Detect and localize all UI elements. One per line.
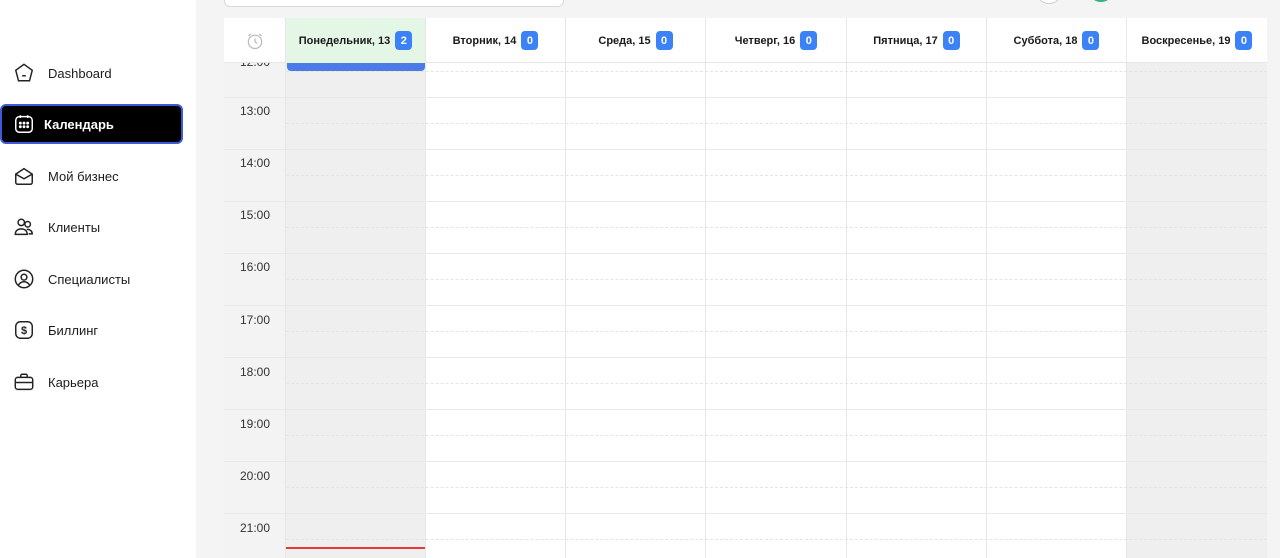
clock-icon xyxy=(224,18,286,63)
notification-button[interactable] xyxy=(1036,0,1062,4)
day-label: Пятница, 17 xyxy=(873,34,938,47)
time-label: 14:00 xyxy=(239,156,271,170)
time-label: 21:00 xyxy=(239,521,271,535)
current-time-line xyxy=(286,547,425,549)
career-icon xyxy=(12,370,36,394)
sidebar-item-clients[interactable]: Клиенты xyxy=(0,207,183,247)
time-label: 15:00 xyxy=(239,208,271,222)
event-count-badge: 0 xyxy=(1082,31,1100,50)
day-header-saturday[interactable]: Суббота, 18 0 xyxy=(987,18,1127,63)
event-block[interactable] xyxy=(287,63,425,71)
day-header-wednesday[interactable]: Среда, 15 0 xyxy=(566,18,706,63)
grid-line xyxy=(224,461,1267,462)
day-column-thursday[interactable] xyxy=(706,63,847,558)
event-count-badge: 0 xyxy=(655,31,673,50)
event-count-badge: 2 xyxy=(395,31,413,50)
sidebar-item-label: Биллинг xyxy=(48,322,99,338)
time-label: 18:00 xyxy=(239,365,271,379)
day-label: Понедельник, 13 xyxy=(298,34,391,47)
grid-line xyxy=(286,487,1267,488)
sidebar-item-billing[interactable]: $ Биллинг xyxy=(0,310,183,350)
time-label: 16:00 xyxy=(239,260,271,274)
grid-line xyxy=(224,513,1267,514)
time-column xyxy=(224,63,286,558)
grid-line xyxy=(286,279,1267,280)
grid-line xyxy=(286,227,1267,228)
calendar-icon xyxy=(12,112,36,136)
grid-line xyxy=(224,409,1267,410)
time-label: 13:00 xyxy=(239,104,271,118)
day-column-sunday[interactable] xyxy=(1127,63,1267,558)
event-count-badge: 0 xyxy=(942,31,960,50)
grid-line xyxy=(224,305,1267,306)
day-header-monday[interactable]: Понедельник, 13 2 xyxy=(286,18,426,63)
grid-line xyxy=(286,539,1267,540)
grid-line xyxy=(286,435,1267,436)
svg-text:$: $ xyxy=(21,325,27,337)
sidebar-item-label: Dashboard xyxy=(48,65,112,81)
billing-icon: $ xyxy=(12,318,36,342)
day-label: Четверг, 16 xyxy=(734,34,796,47)
time-label: 20:00 xyxy=(239,469,271,483)
grid-line xyxy=(286,71,1267,72)
search-input[interactable] xyxy=(224,0,564,7)
grid-line xyxy=(224,253,1267,254)
day-header-sunday[interactable]: Воскресенье, 19 0 xyxy=(1127,18,1267,63)
grid-line xyxy=(224,357,1267,358)
sidebar-item-label: Мой бизнес xyxy=(48,168,119,184)
sidebar-item-specialists[interactable]: Специалисты xyxy=(0,259,183,299)
clients-icon xyxy=(12,215,36,239)
day-column-saturday[interactable] xyxy=(987,63,1127,558)
day-label: Вторник, 14 xyxy=(452,34,517,47)
day-column-tuesday[interactable] xyxy=(426,63,566,558)
grid-line xyxy=(286,123,1267,124)
day-header-friday[interactable]: Пятница, 17 0 xyxy=(847,18,987,63)
dashboard-icon xyxy=(12,61,36,85)
grid-line xyxy=(224,201,1267,202)
grid-line xyxy=(286,331,1267,332)
specialists-icon xyxy=(12,267,36,291)
sidebar-item-calendar[interactable]: Календарь xyxy=(0,104,183,144)
sidebar-item-label: Карьера xyxy=(48,374,99,390)
time-label: 19:00 xyxy=(239,417,271,431)
grid-line xyxy=(286,175,1267,176)
sidebar-item-label: Специалисты xyxy=(48,271,131,287)
grid-line xyxy=(286,383,1267,384)
event-count-badge: 0 xyxy=(521,31,539,50)
time-label: 17:00 xyxy=(239,313,271,327)
calendar-grid: 12:00 13:00 14:00 15:00 16:00 17:00 18:0… xyxy=(224,55,1267,558)
day-column-friday[interactable] xyxy=(847,63,987,558)
event-count-badge: 0 xyxy=(800,31,818,50)
sidebar-item-dashboard[interactable]: Dashboard xyxy=(0,53,183,93)
day-header-tuesday[interactable]: Вторник, 14 0 xyxy=(426,18,566,63)
sidebar-item-career[interactable]: Карьера xyxy=(0,362,183,402)
day-label: Воскресенье, 19 xyxy=(1141,34,1231,47)
day-label: Среда, 15 xyxy=(598,34,651,47)
week-calendar: Понедельник, 13 2 Вторник, 14 0 Среда, 1… xyxy=(224,18,1267,558)
sidebar: Dashboard Календарь Мой бизнес Клиенты С… xyxy=(0,0,196,558)
day-label: Суббота, 18 xyxy=(1013,34,1078,47)
calendar-header: Понедельник, 13 2 Вторник, 14 0 Среда, 1… xyxy=(224,18,1267,63)
event-count-badge: 0 xyxy=(1235,31,1253,50)
day-column-monday[interactable] xyxy=(286,63,426,558)
day-header-thursday[interactable]: Четверг, 16 0 xyxy=(706,18,847,63)
avatar[interactable] xyxy=(1088,0,1114,2)
grid-line xyxy=(224,97,1267,98)
grid-line xyxy=(224,149,1267,150)
day-column-wednesday[interactable] xyxy=(566,63,706,558)
business-icon xyxy=(12,164,36,188)
sidebar-item-business[interactable]: Мой бизнес xyxy=(0,156,183,196)
sidebar-item-label: Клиенты xyxy=(48,219,101,235)
sidebar-item-label: Календарь xyxy=(44,116,114,132)
